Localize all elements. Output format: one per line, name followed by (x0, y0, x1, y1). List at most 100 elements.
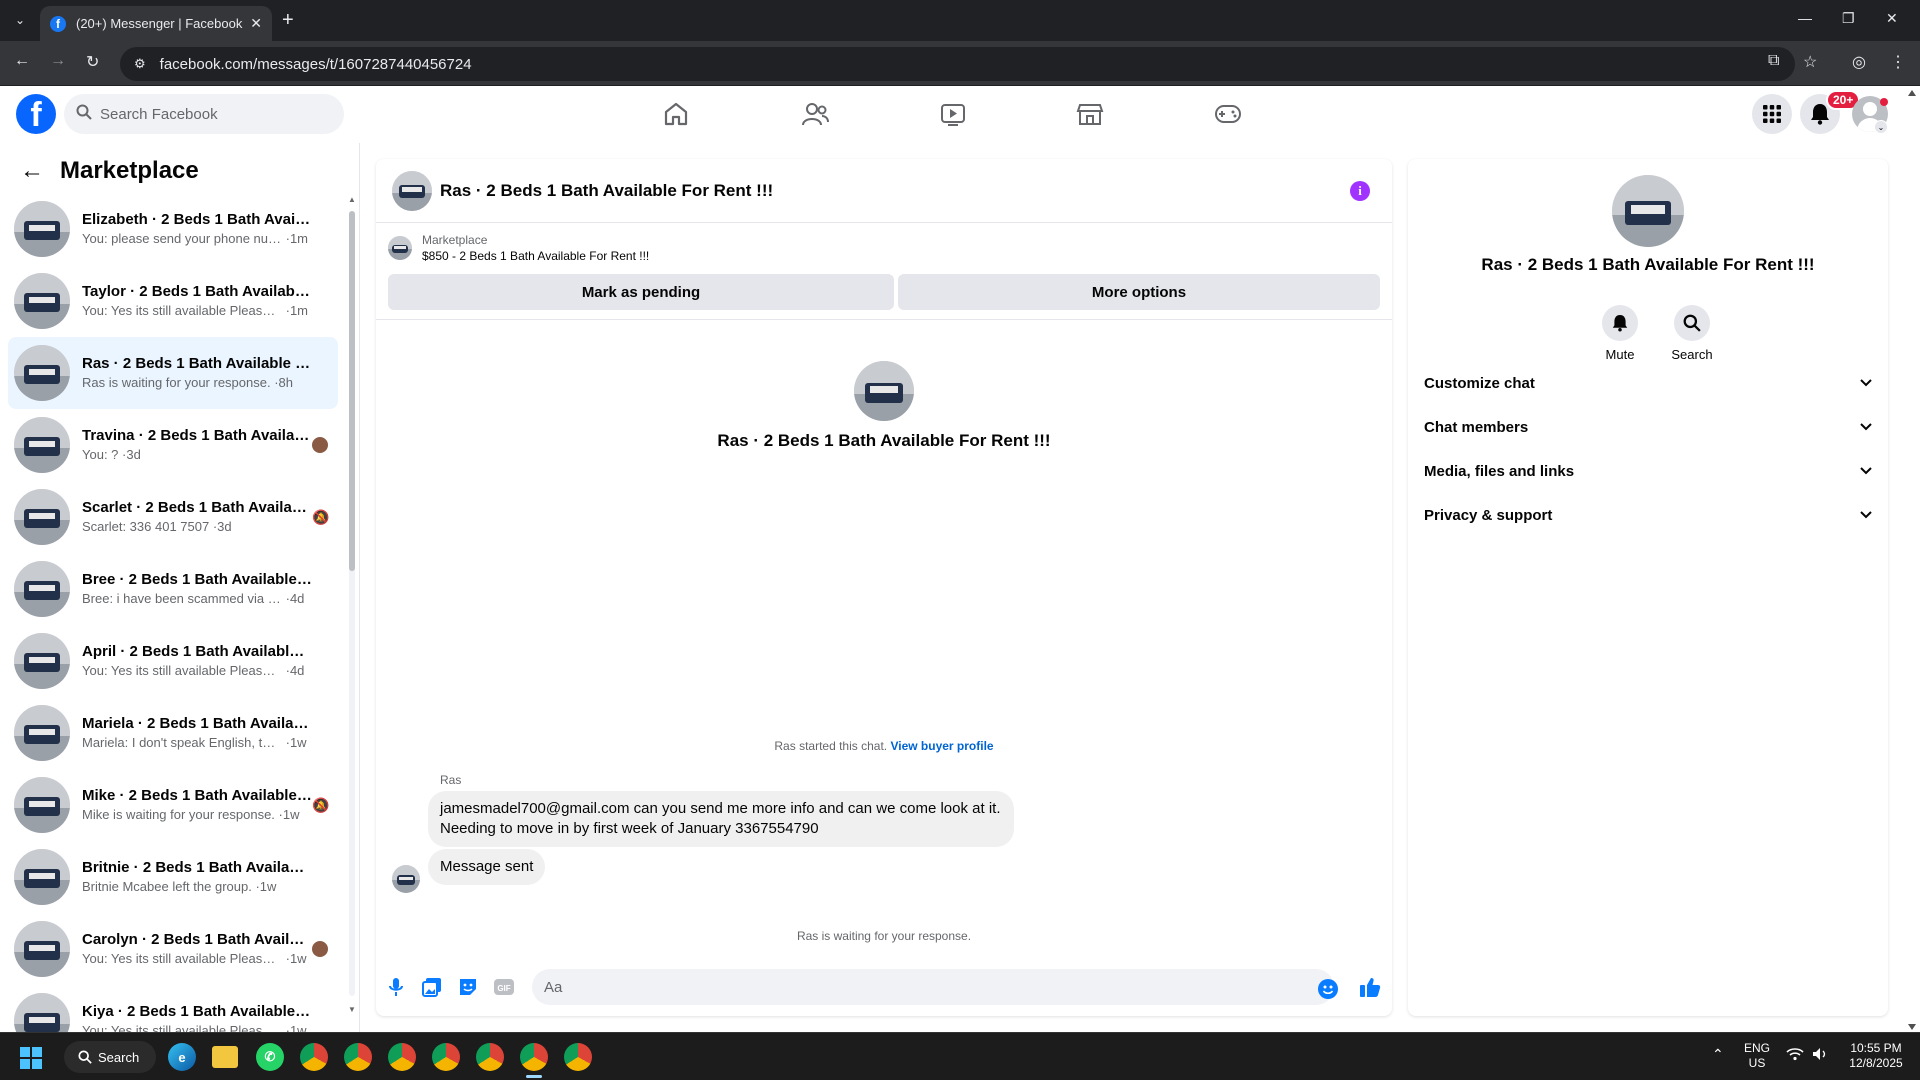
video-icon[interactable] (933, 94, 973, 134)
more-options-button[interactable]: More options (898, 274, 1380, 310)
forward-icon[interactable]: → (50, 52, 66, 70)
conversation-item[interactable]: Kiya · 2 Beds 1 Bath Available For Rent … (8, 985, 338, 1032)
clock[interactable]: 10:55 PM 12/8/2025 (1846, 1041, 1906, 1071)
conversation-avatar (14, 201, 70, 257)
window-close-icon[interactable]: ✕ (1886, 10, 1898, 27)
whatsapp-icon[interactable]: ✆ (256, 1043, 284, 1071)
chrome-icon[interactable] (564, 1043, 592, 1071)
chat-title[interactable]: Ras · 2 Beds 1 Bath Available For Rent !… (440, 181, 773, 201)
account-chevron-down-icon[interactable]: ⌄ (1874, 120, 1888, 134)
mute-label: Mute (1605, 347, 1635, 362)
message-bubble[interactable]: jamesmadel700@gmail.com can you send me … (428, 791, 1014, 847)
chrome-icon[interactable] (476, 1043, 504, 1071)
mark-as-pending-button[interactable]: Mark as pending (388, 274, 894, 310)
conversation-separator: · (270, 375, 279, 390)
conversation-item[interactable]: Britnie · 2 Beds 1 Bath Available For Re… (8, 841, 338, 913)
mute-button[interactable]: Mute (1590, 305, 1650, 362)
conversation-item[interactable]: April · 2 Beds 1 Bath Available For Rent… (8, 625, 338, 697)
scroll-down-icon[interactable]: ▼ (348, 1005, 356, 1014)
sticker-icon[interactable] (456, 975, 480, 999)
facebook-logo-icon[interactable]: f (16, 94, 56, 134)
chevron-down-icon (1860, 420, 1872, 434)
conversation-item[interactable]: Mike · 2 Beds 1 Bath Available For Rent … (8, 769, 338, 841)
conversation-item[interactable]: Carolyn · 2 Beds 1 Bath Available For Re… (8, 913, 338, 985)
facebook-search[interactable] (64, 94, 344, 134)
conversation-separator: · (251, 879, 260, 894)
tab-close-icon[interactable]: ✕ (250, 15, 262, 32)
conversation-item[interactable]: Scarlet · 2 Beds 1 Bath Available For Re… (8, 481, 338, 553)
scrollbar-thumb[interactable] (349, 211, 355, 571)
conversation-item[interactable]: Travina · 2 Beds 1 Bath Available For Re… (8, 409, 338, 481)
chrome-icon[interactable] (344, 1043, 372, 1071)
page-scrollbar[interactable] (1906, 88, 1918, 1032)
conversation-name: Elizabeth · 2 Beds 1 Bath Available For … (82, 211, 312, 228)
chrome-icon[interactable] (300, 1043, 328, 1071)
browser-menu-icon[interactable]: ⋮ (1890, 52, 1906, 72)
conversation-preview: You: please send your phone num... (82, 231, 282, 246)
emoji-icon[interactable] (1318, 979, 1338, 999)
tab-search-chevron-icon[interactable]: ⌄ (8, 8, 32, 32)
listing-summary[interactable]: Marketplace $850 - 2 Beds 1 Bath Availab… (388, 232, 649, 264)
language-indicator[interactable]: ENG US (1744, 1041, 1770, 1071)
chrome-icon[interactable] (432, 1043, 460, 1071)
tray-overflow-icon[interactable]: ⌃ (1712, 1047, 1724, 1062)
back-arrow-icon[interactable]: ← (20, 157, 44, 185)
gif-icon[interactable]: GIF (492, 975, 516, 999)
conversation-item[interactable]: Taylor · 2 Beds 1 Bath Available For Ren… (8, 265, 338, 337)
thumbs-up-icon[interactable] (1358, 975, 1382, 999)
conversation-item[interactable]: Ras · 2 Beds 1 Bath Available For Rent !… (8, 337, 338, 409)
home-icon[interactable] (656, 94, 696, 134)
sender-avatar[interactable] (392, 865, 420, 893)
view-buyer-profile-link[interactable]: View buyer profile (890, 739, 993, 753)
edge-browser-icon[interactable]: e (168, 1043, 196, 1071)
conversation-time: 4d (289, 663, 305, 678)
info-icon[interactable]: i (1350, 181, 1370, 201)
conversation-item[interactable]: Bree · 2 Beds 1 Bath Available For Rent … (8, 553, 338, 625)
friends-icon[interactable] (795, 94, 835, 134)
message-bubble[interactable]: Message sent (428, 849, 546, 885)
volume-icon[interactable] (1812, 1047, 1828, 1064)
menu-grid-icon[interactable] (1752, 94, 1792, 134)
facebook-search-input[interactable] (100, 105, 300, 123)
conversation-item[interactable]: Elizabeth · 2 Beds 1 Bath Available For … (8, 193, 338, 265)
conversation-avatar (14, 993, 70, 1032)
browser-profile-icon[interactable]: ◎ (1852, 52, 1866, 72)
message-input[interactable] (532, 969, 1334, 1005)
sidebar-scrollbar[interactable]: ▲ ▼ (348, 195, 356, 1015)
restore-icon[interactable]: ❐ (1842, 10, 1855, 27)
conversation-preview: Scarlet: 336 401 7507 (82, 519, 210, 534)
conversation-time: 8h (278, 375, 294, 390)
new-tab-icon[interactable]: + (282, 10, 294, 30)
chevron-down-icon (1860, 376, 1872, 390)
scroll-up-icon[interactable]: ▲ (348, 195, 356, 204)
gaming-icon[interactable] (1208, 94, 1248, 134)
browser-toolbar: ← → ↻ ⚙ facebook.com/messages/t/16072874… (0, 41, 1920, 86)
chat-members-row[interactable]: Chat members (1424, 405, 1872, 449)
reload-icon[interactable]: ↻ (86, 52, 99, 72)
chrome-icon[interactable] (520, 1043, 548, 1071)
conversation-preview: Ras is waiting for your response. (82, 375, 271, 390)
bookmark-star-icon[interactable]: ☆ (1803, 52, 1817, 72)
site-info-icon[interactable]: ⚙ (134, 56, 146, 72)
messenger-main: ← Marketplace Elizabeth · 2 Beds 1 Bath … (0, 143, 1920, 1032)
taskbar-search[interactable]: Search (64, 1041, 156, 1073)
marketplace-icon[interactable] (1070, 94, 1110, 134)
chat-avatar[interactable] (392, 170, 432, 211)
media-files-links-row[interactable]: Media, files and links (1424, 449, 1872, 493)
customize-chat-row[interactable]: Customize chat (1424, 361, 1872, 405)
search-in-chat-button[interactable]: Search (1662, 305, 1722, 362)
install-app-icon[interactable]: ⧉ (1768, 52, 1779, 70)
windows-start-icon[interactable] (20, 1047, 42, 1069)
file-explorer-icon[interactable] (212, 1046, 238, 1068)
address-bar[interactable]: ⚙ facebook.com/messages/t/16072874404567… (120, 47, 1795, 81)
microphone-icon[interactable] (384, 975, 408, 999)
wifi-icon[interactable] (1786, 1047, 1804, 1064)
photo-gallery-icon[interactable] (420, 975, 444, 999)
conversation-item[interactable]: Mariela · 2 Beds 1 Bath Available For Re… (8, 697, 338, 769)
conversation-name: Carolyn · 2 Beds 1 Bath Available For Re… (82, 931, 312, 948)
privacy-support-row[interactable]: Privacy & support (1424, 493, 1872, 537)
minimize-icon[interactable]: — (1798, 10, 1812, 26)
chrome-icon[interactable] (388, 1043, 416, 1071)
back-icon[interactable]: ← (14, 52, 30, 70)
browser-tab-messenger[interactable]: f (20+) Messenger | Facebook ✕ (40, 6, 272, 41)
